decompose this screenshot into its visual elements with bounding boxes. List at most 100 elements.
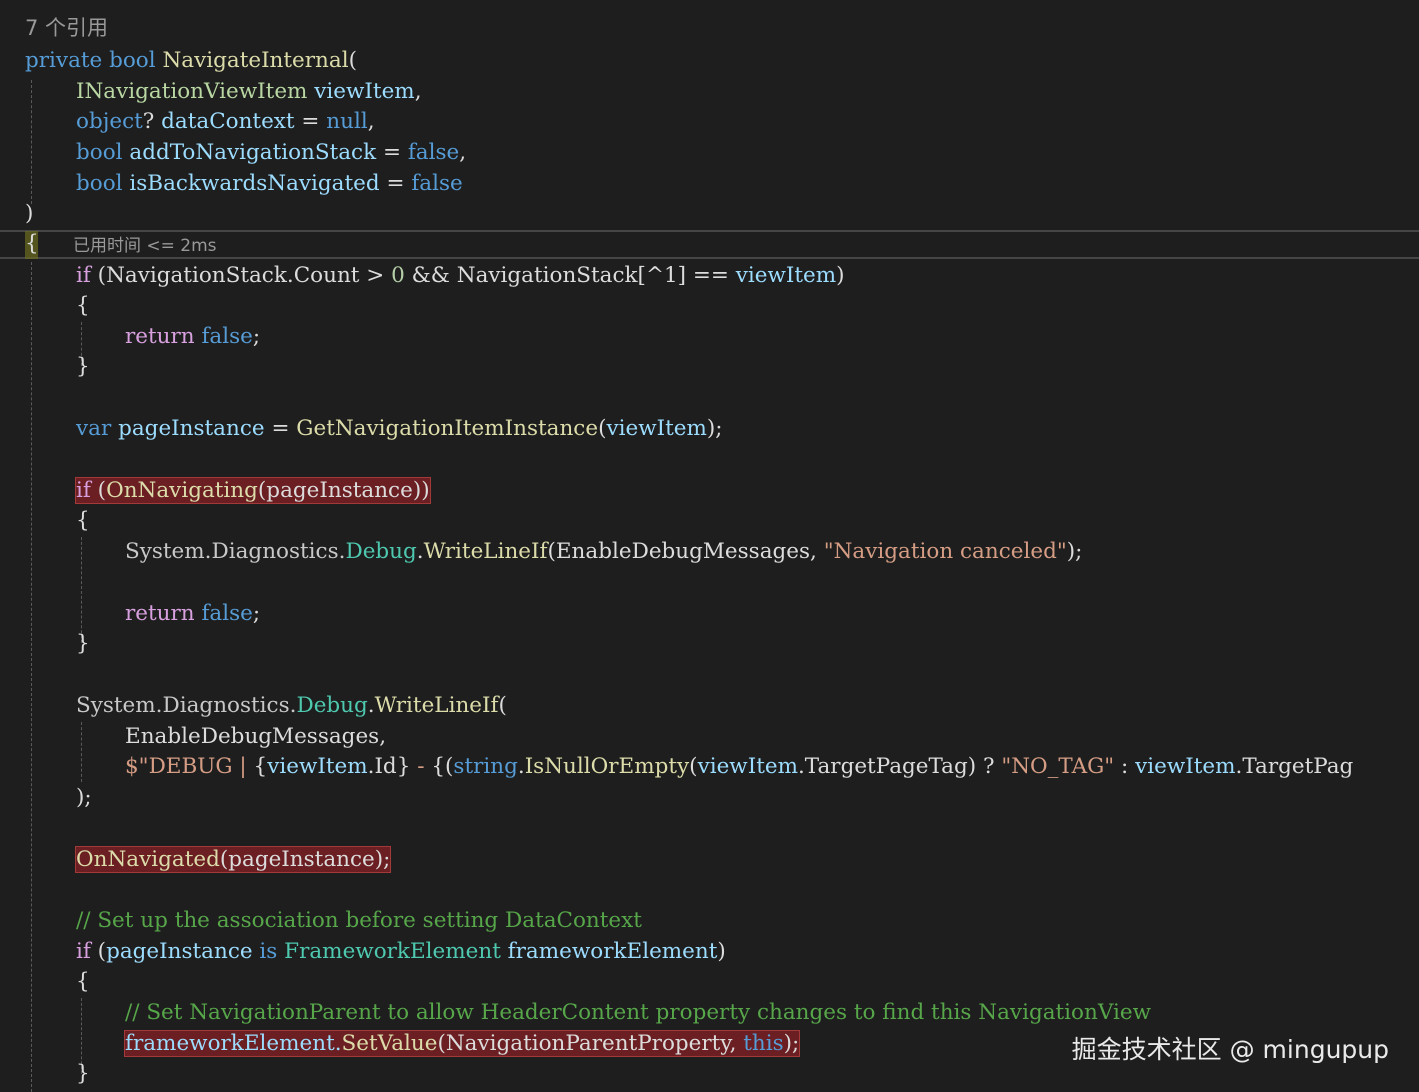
type-name: INavigationViewItem [76, 79, 308, 104]
code-editor[interactable]: 7 个引用 private bool NavigateInternal( INa… [0, 0, 1419, 1092]
code-line[interactable]: { [76, 291, 90, 321]
code-text: (pageInstance)) [257, 478, 430, 503]
class-name: FrameworkElement [284, 939, 501, 964]
punctuation: ( [498, 693, 507, 718]
punctuation: {( [431, 754, 454, 779]
breakpoint-highlight[interactable]: OnNavigated(pageInstance); [74, 846, 392, 873]
namespace: System.Diagnostics. [125, 539, 346, 564]
keyword: string [453, 754, 518, 779]
code-line[interactable]: // Set up the association before setting… [76, 906, 642, 936]
punctuation: . [517, 754, 525, 779]
watermark: 掘金技术社区 @ mingupup [1071, 1035, 1389, 1064]
punctuation: } [396, 754, 411, 779]
code-line[interactable]: if (OnNavigating(pageInstance)) [75, 476, 431, 506]
punctuation: ( [348, 48, 357, 73]
code-line[interactable]: ) [25, 199, 33, 229]
code-line[interactable]: return false; [125, 599, 260, 629]
code-line[interactable]: ); [76, 783, 92, 813]
keyword: this [743, 1031, 784, 1056]
code-line[interactable]: System.Diagnostics.Debug.WriteLineIf(Ena… [125, 537, 1082, 567]
operator: = [264, 416, 297, 441]
indent-guide [31, 80, 32, 204]
code-line[interactable]: } [76, 1059, 90, 1089]
punctuation: ); [706, 416, 723, 441]
punctuation: { [76, 969, 90, 994]
parameter: dataContext [161, 109, 295, 134]
keyword: if [76, 263, 91, 288]
keyword: object [76, 109, 143, 134]
method-name: IsNullOrEmpty [524, 754, 690, 779]
keyword: var [76, 416, 112, 441]
number: 0 [391, 263, 405, 288]
punctuation: ? [142, 109, 155, 134]
keyword: return [125, 324, 195, 349]
codelens-references[interactable]: 7 个引用 [25, 13, 108, 43]
code-line[interactable]: $"DEBUG | {viewItem.Id} - {(string.IsNul… [125, 752, 1353, 782]
code-line[interactable]: } [76, 629, 90, 659]
parameter: viewItem [267, 754, 368, 779]
code-line[interactable]: EnableDebugMessages, [125, 722, 386, 752]
punctuation: ; [252, 601, 261, 626]
code-line[interactable]: { [25, 229, 39, 259]
punctuation: ) [25, 201, 34, 226]
code-text: EnableDebugMessages, [125, 724, 387, 749]
current-line-highlight [0, 230, 1419, 232]
keyword: false [411, 171, 463, 196]
code-line[interactable]: if (NavigationStack.Count > 0 && Navigat… [76, 261, 845, 291]
keyword: false [407, 140, 460, 165]
comment: // Set up the association before setting… [76, 908, 642, 933]
indent-guide [81, 537, 82, 643]
parameter: viewItem [314, 79, 415, 104]
punctuation: { [76, 508, 90, 533]
method-name: OnNavigating [106, 478, 258, 503]
local-variable: frameworkElement [500, 939, 718, 964]
punctuation: { [25, 231, 39, 256]
code-line[interactable]: frameworkElement.SetValue(NavigationPare… [123, 1029, 801, 1059]
code-line[interactable]: return false; [125, 322, 260, 352]
code-line[interactable]: OnNavigated(pageInstance); [74, 845, 392, 875]
string-literal: $"DEBUG | [125, 754, 254, 779]
local-variable: pageInstance [106, 939, 253, 964]
parameter: viewItem [1135, 754, 1236, 779]
code-line[interactable]: { [76, 506, 90, 536]
codelens-elapsed-time[interactable]: 已用时间 <= 2ms [73, 234, 217, 258]
keyword: bool [76, 171, 123, 196]
keyword: false [201, 324, 253, 349]
parameter: isBackwardsNavigated [129, 171, 380, 196]
method-name: NavigateInternal [162, 48, 349, 73]
method-name: WriteLineIf [423, 539, 548, 564]
parameter: viewItem [735, 263, 837, 288]
keyword: is [252, 939, 285, 964]
code-line[interactable]: { [76, 967, 90, 997]
code-line[interactable]: var pageInstance = GetNavigationItemInst… [76, 414, 723, 444]
code-line[interactable]: private bool NavigateInternal( [25, 46, 357, 76]
method-name: GetNavigationItemInstance [296, 416, 599, 441]
code-line[interactable]: INavigationViewItem viewItem, [76, 77, 422, 107]
punctuation: ( [90, 939, 107, 964]
parameter: viewItem [697, 754, 798, 779]
punctuation: { [76, 293, 90, 318]
punctuation: ) [836, 263, 845, 288]
breakpoint-highlight[interactable]: if (OnNavigating(pageInstance)) [75, 477, 431, 504]
operator: = [376, 140, 408, 165]
comment: // Set NavigationParent to allow HeaderC… [125, 1000, 1151, 1025]
punctuation: ; [252, 324, 261, 349]
breakpoint-highlight[interactable]: frameworkElement.SetValue(NavigationPare… [123, 1030, 801, 1057]
code-line[interactable]: // Set NavigationParent to allow HeaderC… [125, 998, 1151, 1028]
method-name: SetValue [341, 1031, 438, 1056]
local-variable: pageInstance [118, 416, 265, 441]
code-line[interactable]: if (pageInstance is FrameworkElement fra… [76, 937, 726, 967]
class-name: Debug [345, 539, 417, 564]
code-line[interactable]: } [76, 352, 90, 382]
punctuation: , [367, 109, 375, 134]
parameter: viewItem [606, 416, 707, 441]
code-line[interactable]: System.Diagnostics.Debug.WriteLineIf( [76, 691, 507, 721]
punctuation: } [76, 1061, 90, 1086]
punctuation: ); [1066, 539, 1083, 564]
keyword: bool [76, 140, 123, 165]
punctuation: } [76, 354, 90, 379]
code-line[interactable]: bool isBackwardsNavigated = false [76, 169, 463, 199]
code-line[interactable]: bool addToNavigationStack = false, [76, 138, 466, 168]
code-line[interactable]: object? dataContext = null, [76, 107, 375, 137]
punctuation: , [459, 140, 467, 165]
